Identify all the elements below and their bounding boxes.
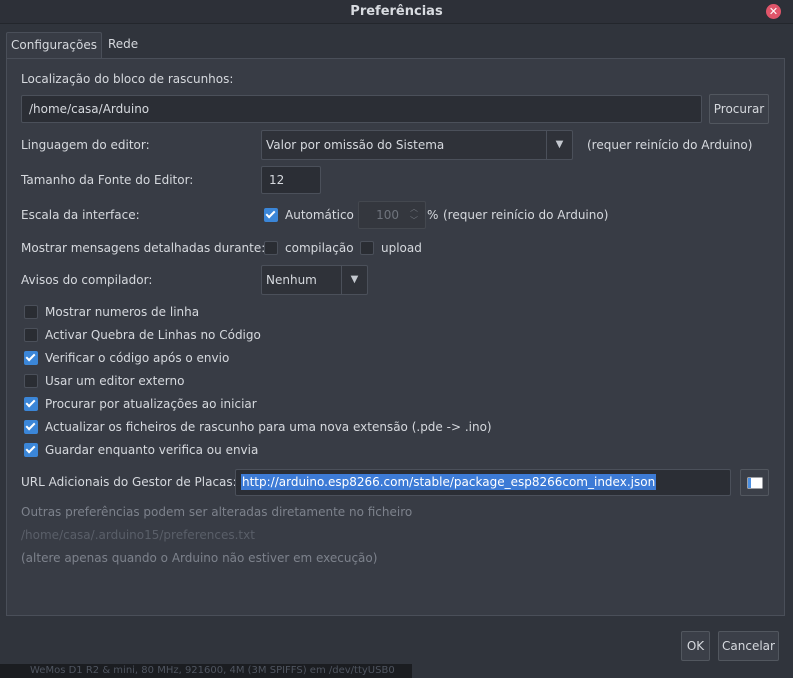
option-label: Usar um editor externo (45, 374, 185, 388)
verbose-upload-label: upload (381, 241, 422, 255)
tab-configuracoes[interactable]: Configurações (6, 32, 102, 58)
check-icon (25, 443, 36, 454)
verbose-label: Mostrar mensagens detalhadas durante: (21, 241, 266, 255)
tab-rede[interactable]: Rede (102, 32, 142, 58)
close-icon[interactable]: ✕ (766, 4, 781, 19)
font-size-input[interactable]: 12 (261, 166, 321, 194)
option-label: Activar Quebra de Linhas no Código (45, 328, 261, 342)
board-urls-label: URL Adicionais do Gestor de Placas: (21, 475, 237, 489)
preferences-window: Preferências ✕ Configurações Rede Locali… (0, 0, 793, 678)
option-checkbox-line-numbers[interactable] (24, 305, 38, 319)
browse-button[interactable]: Procurar (709, 94, 769, 124)
verbose-compile-label: compilação (285, 241, 354, 255)
verbose-upload-checkbox[interactable] (360, 241, 374, 255)
language-select[interactable]: Valor por omissão do Sistema ▼ (261, 130, 573, 160)
check-icon (25, 397, 36, 408)
option-label: Guardar enquanto verifica ou envia (45, 443, 259, 457)
info-line-3: (altere apenas quando o Arduino não esti… (21, 551, 378, 565)
board-urls-value: http://arduino.esp8266.com/stable/packag… (241, 474, 657, 490)
option-label: Verificar o código após o envio (45, 351, 230, 365)
scale-unit: % (427, 208, 439, 222)
language-select-value: Valor por omissão do Sistema (266, 138, 445, 152)
check-icon (265, 208, 276, 219)
language-label: Linguagem do editor: (21, 138, 150, 152)
tab-bar: Configurações Rede (0, 24, 793, 58)
scale-spinbox[interactable]: 100 ︿ ﹀ (358, 201, 426, 229)
option-checkbox-update-extension[interactable] (24, 420, 38, 434)
ok-button[interactable]: OK (681, 631, 710, 661)
check-icon (25, 420, 36, 431)
scale-auto-label: Automático (285, 208, 354, 222)
option-label: Actualizar os ficheiros de rascunho para… (45, 420, 492, 434)
option-checkbox-check-updates[interactable] (24, 397, 38, 411)
scale-auto-checkbox[interactable] (264, 208, 278, 222)
chevron-down-icon: ▼ (546, 131, 572, 159)
board-urls-edit-button[interactable] (740, 469, 769, 496)
settings-panel: Localização do bloco de rascunhos: /home… (6, 58, 785, 616)
option-label: Procurar por atualizações ao iniciar (45, 397, 257, 411)
chevron-down-icon: ▼ (341, 266, 367, 294)
window-title: Preferências (350, 4, 443, 19)
sketchbook-label: Localização do bloco de rascunhos: (21, 72, 234, 86)
preferences-path-link[interactable]: /home/casa/.arduino15/preferences.txt (21, 528, 255, 542)
sketchbook-path-input[interactable]: /home/casa/Arduino (21, 95, 702, 123)
language-note: (requer reinício do Arduino) (587, 138, 753, 152)
option-checkbox-save-on-verify[interactable] (24, 443, 38, 457)
verbose-compile-checkbox[interactable] (264, 241, 278, 255)
scale-value: 100 (376, 208, 399, 222)
warnings-label: Avisos do compilador: (21, 273, 153, 287)
option-checkbox-word-wrap[interactable] (24, 328, 38, 342)
option-checkbox-external-editor[interactable] (24, 374, 38, 388)
option-checkbox-verify-upload[interactable] (24, 351, 38, 365)
warnings-select[interactable]: Nenhum ▼ (261, 265, 368, 295)
spin-up-icon[interactable]: ︿ (407, 203, 421, 215)
warnings-select-value: Nenhum (266, 273, 317, 287)
background-status-strip: WeMos D1 R2 & mini, 80 MHz, 921600, 4M (… (0, 664, 412, 678)
info-line-1: Outras preferências podem ser alteradas … (21, 505, 413, 519)
check-icon (25, 351, 36, 362)
font-size-label: Tamanho da Fonte do Editor: (21, 173, 194, 187)
board-urls-input[interactable]: http://arduino.esp8266.com/stable/packag… (235, 469, 731, 496)
title-bar: Preferências ✕ (0, 0, 793, 24)
option-label: Mostrar numeros de linha (45, 305, 200, 319)
cancel-button[interactable]: Cancelar (718, 631, 779, 661)
spin-down-icon[interactable]: ﹀ (407, 215, 421, 227)
scale-label: Escala da interface: (21, 208, 140, 222)
scale-note: (requer reinício do Arduino) (443, 208, 609, 222)
window-icon (747, 477, 762, 489)
